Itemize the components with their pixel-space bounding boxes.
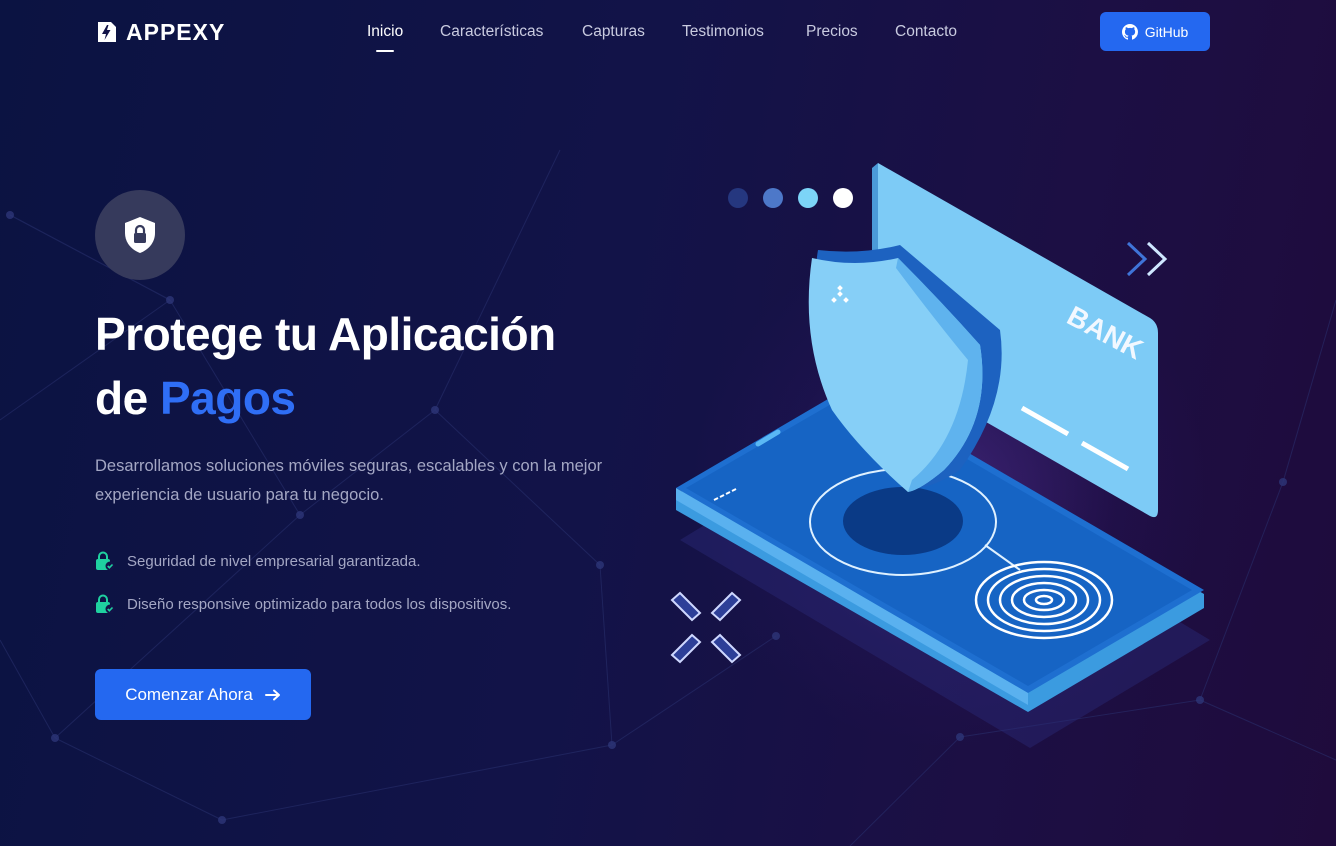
brand-name: APPEXY [126,19,226,45]
nav-item-testimonios[interactable]: Testimonios [682,22,764,42]
decorative-dots [728,188,853,208]
brand-logo[interactable]: APPEXY [95,19,225,45]
feature-text: Seguridad de nivel empresarial garantiza… [127,552,421,570]
feature-text: Diseño responsive optimizado para todos … [127,595,512,613]
github-button[interactable]: GitHub [1100,12,1210,51]
nav-item-precios[interactable]: Precios [806,22,858,42]
github-button-label: GitHub [1144,23,1189,40]
hero-title-prefix: de [95,372,160,424]
feature-item: Diseño responsive optimizado para todos … [95,594,511,614]
nav-item-caracteristicas[interactable]: Características [440,22,543,42]
navbar: APPEXY Inicio Características Capturas T… [0,0,1336,64]
nav-item-contacto[interactable]: Contacto [895,22,957,42]
nav-item-capturas[interactable]: Capturas [582,22,645,42]
hero-title-accent: Pagos [159,372,296,424]
hero-badge [95,190,185,280]
get-started-button[interactable]: Comenzar Ahora [95,669,311,720]
hero-title: Protege tu Aplicación de Pagos [95,302,695,430]
get-started-label: Comenzar Ahora [125,684,253,704]
arrow-right-icon [264,689,280,700]
active-nav-indicator [376,50,394,52]
github-icon [1121,23,1138,40]
security-payment-illustration: BANK [670,163,1210,748]
focus-corners-icon [670,591,742,664]
chevrons-right-icon [1126,241,1168,277]
nav-item-inicio[interactable]: Inicio [367,22,403,42]
lock-check-icon [96,551,115,571]
lock-check-icon [96,594,115,614]
hero-description: Desarrollamos soluciones móviles seguras… [95,457,603,504]
feature-item: Seguridad de nivel empresarial garantiza… [95,551,421,571]
shield-lock-icon [125,217,155,253]
hero-title-line1: Protege tu Aplicación [95,308,556,360]
bolt-document-icon [98,22,116,42]
